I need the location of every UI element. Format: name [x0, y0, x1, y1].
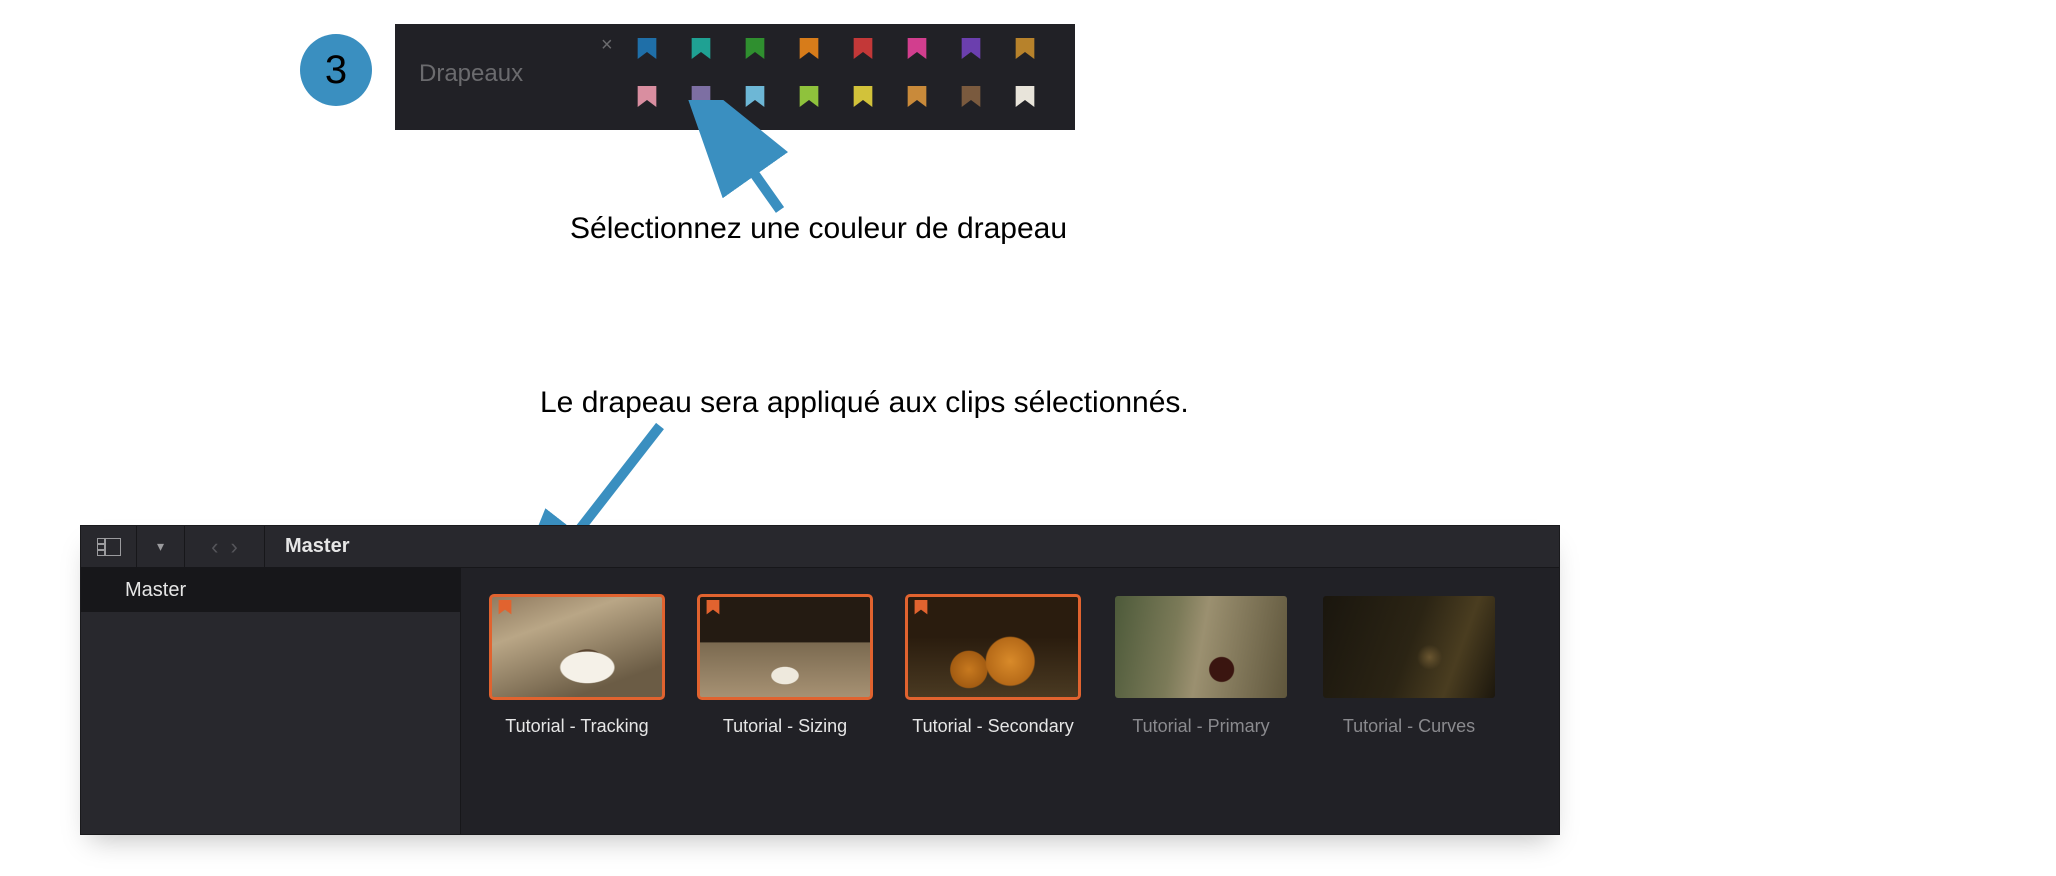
flags-panel-title: Drapeaux: [419, 60, 523, 88]
annotation-applied: Le drapeau sera appliqué aux clips sélec…: [540, 386, 1189, 420]
flag-row-2: [635, 86, 1037, 114]
nav-back-icon[interactable]: ‹: [211, 534, 218, 560]
view-mode-dropdown[interactable]: ▾: [137, 526, 185, 567]
media-pool-panel: ▾ ‹ › Master Master Tutorial - TrackingT…: [80, 525, 1560, 835]
flag-color-icon[interactable]: [905, 86, 929, 114]
nav-forward-icon[interactable]: ›: [231, 534, 238, 560]
clip-label: Tutorial - Curves: [1343, 716, 1475, 737]
flags-panel: Drapeaux ×: [395, 24, 1075, 130]
clip-label: Tutorial - Secondary: [912, 716, 1073, 737]
clip-grid: Tutorial - Tracking Tutorial - Sizing Tuto…: [461, 568, 1559, 834]
flag-color-icon[interactable]: [635, 38, 659, 66]
flag-color-icon[interactable]: [797, 86, 821, 114]
flag-color-icon[interactable]: [689, 86, 713, 114]
flag-color-icon[interactable]: [743, 38, 767, 66]
clip-label: Tutorial - Primary: [1132, 716, 1269, 737]
flag-color-icon[interactable]: [851, 86, 875, 114]
clip[interactable]: Tutorial - Tracking: [491, 596, 663, 834]
flag-color-icon[interactable]: [1013, 38, 1037, 66]
flag-color-icon[interactable]: [851, 38, 875, 66]
clip-thumbnail[interactable]: [1323, 596, 1495, 698]
view-mode-icon[interactable]: [81, 526, 137, 567]
clip-label: Tutorial - Tracking: [505, 716, 648, 737]
bin-sidebar: Master: [81, 568, 461, 834]
clip[interactable]: Tutorial - Curves: [1323, 596, 1495, 834]
flag-color-icon[interactable]: [797, 38, 821, 66]
sidebar-item-label: Master: [125, 579, 186, 602]
clip[interactable]: Tutorial - Sizing: [699, 596, 871, 834]
flag-icon: [913, 600, 929, 620]
flag-icon: [497, 600, 513, 620]
clip-thumbnail[interactable]: [491, 596, 663, 698]
clip[interactable]: Tutorial - Secondary: [907, 596, 1079, 834]
clip-thumbnail[interactable]: [907, 596, 1079, 698]
flag-color-icon[interactable]: [689, 38, 713, 66]
flag-color-icon[interactable]: [1013, 86, 1037, 114]
media-pool-body: Master Tutorial - Tracking Tutorial - Siz…: [81, 568, 1559, 834]
flag-row-1: [635, 38, 1037, 66]
flag-color-icon[interactable]: [959, 38, 983, 66]
flag-color-icon[interactable]: [905, 38, 929, 66]
history-nav: ‹ ›: [185, 526, 265, 567]
step-number: 3: [325, 48, 347, 93]
clip[interactable]: Tutorial - Primary: [1115, 596, 1287, 834]
annotation-select-color: Sélectionnez une couleur de drapeau: [570, 212, 1067, 246]
close-icon[interactable]: ×: [601, 34, 613, 57]
media-pool-header: ▾ ‹ › Master: [81, 526, 1559, 568]
breadcrumb[interactable]: Master: [265, 535, 349, 558]
clip-thumbnail[interactable]: [1115, 596, 1287, 698]
flag-color-icon[interactable]: [635, 86, 659, 114]
flag-icon: [705, 600, 721, 620]
chevron-down-icon: ▾: [157, 538, 164, 555]
clip-thumbnail[interactable]: [699, 596, 871, 698]
step-badge-3: 3: [300, 34, 372, 106]
flag-color-icon[interactable]: [959, 86, 983, 114]
clip-label: Tutorial - Sizing: [723, 716, 847, 737]
sidebar-item-master[interactable]: Master: [81, 568, 460, 612]
flag-color-icon[interactable]: [743, 86, 767, 114]
